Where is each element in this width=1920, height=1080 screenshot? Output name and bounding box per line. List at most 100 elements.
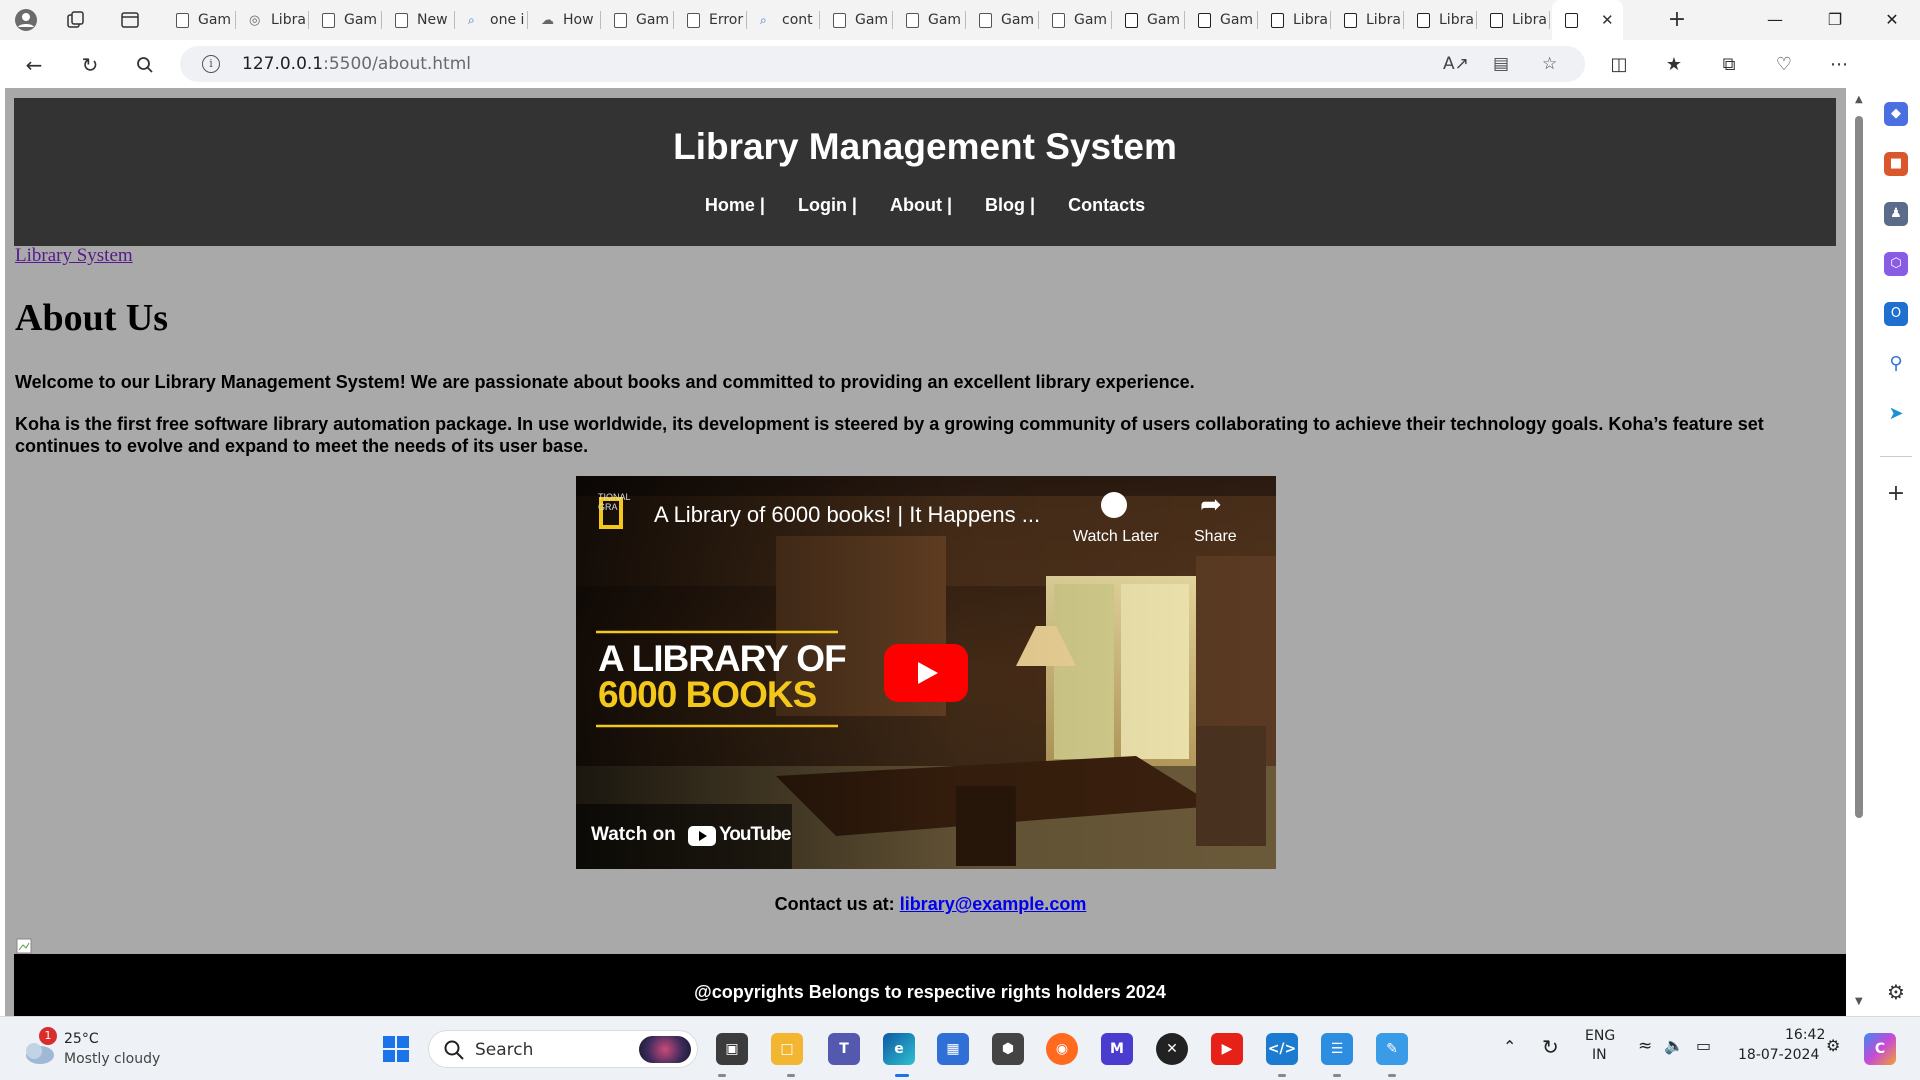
games-icon[interactable]: ♟: [1884, 202, 1908, 226]
close-tab-icon[interactable]: ✕: [1601, 11, 1614, 29]
weather-widget[interactable]: 1 25°C Mostly cloudy: [18, 1025, 168, 1073]
browser-tab[interactable]: Libra: [1477, 0, 1550, 40]
active-tab[interactable]: ✕: [1552, 0, 1623, 40]
browser-essentials-icon[interactable]: ♡: [1770, 51, 1798, 79]
watch-later-label[interactable]: Watch Later: [1073, 528, 1159, 546]
gear-icon[interactable]: ⚙: [1884, 980, 1908, 1004]
search-icon[interactable]: [131, 51, 159, 79]
browser-tab[interactable]: Gam: [601, 0, 674, 40]
immersive-reader-icon[interactable]: ▤: [1493, 54, 1509, 74]
clock-time[interactable]: 16:42: [1785, 1027, 1825, 1043]
restore-button[interactable]: ❐: [1805, 0, 1865, 40]
nav-link-contacts[interactable]: Contacts: [1068, 195, 1145, 216]
back-button[interactable]: ←: [20, 51, 48, 79]
language-line-1[interactable]: ENG: [1585, 1028, 1615, 1044]
scroll-up-arrow[interactable]: ▲: [1855, 94, 1863, 105]
favorites-icon[interactable]: ★: [1660, 51, 1688, 79]
nav-link-blog[interactable]: Blog |: [985, 195, 1035, 216]
embedded-video[interactable]: TIONAL GRA A Library of 6000 books! | It…: [576, 476, 1276, 869]
browser-tab[interactable]: Gam: [893, 0, 966, 40]
share-label[interactable]: Share: [1194, 528, 1237, 546]
settings-more-icon[interactable]: ⋯: [1825, 51, 1853, 79]
clock-date[interactable]: 18-07-2024: [1738, 1047, 1819, 1063]
teams-icon[interactable]: T: [828, 1033, 860, 1065]
microsoft-365-icon[interactable]: ⬡: [1884, 252, 1908, 276]
windows-start-icon[interactable]: [380, 1033, 412, 1065]
copilot-taskbar-icon[interactable]: C: [1864, 1033, 1896, 1065]
add-icon[interactable]: +: [1884, 482, 1908, 506]
share-icon[interactable]: ➦: [1200, 490, 1222, 520]
microsoft-store-icon[interactable]: ▦: [937, 1033, 969, 1065]
taskbar-search-box[interactable]: Search: [428, 1030, 698, 1068]
contact-email-link[interactable]: library@example.com: [900, 894, 1087, 914]
browser-tab[interactable]: Error: [674, 0, 747, 40]
youtube-logo-icon[interactable]: [688, 826, 716, 846]
browser-tab[interactable]: Gam: [1185, 0, 1258, 40]
scroll-thumb[interactable]: [1855, 116, 1863, 818]
browser-tab[interactable]: New: [382, 0, 455, 40]
file-explorer-icon[interactable]: □: [771, 1033, 803, 1065]
send-icon[interactable]: ➤: [1884, 402, 1908, 426]
language-line-2[interactable]: IN: [1592, 1047, 1607, 1063]
browser-tab[interactable]: Gam: [309, 0, 382, 40]
page-icon: [833, 12, 846, 28]
workspaces-icon[interactable]: [62, 6, 90, 34]
paint-icon[interactable]: ✎: [1376, 1033, 1408, 1065]
play-button[interactable]: [884, 644, 968, 702]
nav-link-login[interactable]: Login |: [798, 195, 857, 216]
sync-icon[interactable]: ↻: [1542, 1035, 1559, 1059]
xbox-icon[interactable]: ✕: [1156, 1033, 1188, 1065]
vertical-tabs-icon[interactable]: [116, 6, 144, 34]
browser-tab[interactable]: ◎ Libra: [236, 0, 309, 40]
browser-tab[interactable]: ⌕ one i: [455, 0, 528, 40]
browser-tab[interactable]: ☁ How: [528, 0, 601, 40]
browser-tab[interactable]: Gam: [966, 0, 1039, 40]
clock-icon[interactable]: [1101, 492, 1127, 518]
video-title[interactable]: A Library of 6000 books! | It Happens ..…: [654, 502, 1040, 528]
url-text[interactable]: 127.0.0.1:5500/about.html: [242, 54, 471, 74]
refresh-button[interactable]: ↻: [76, 51, 104, 79]
notification-bell-icon[interactable]: ⚙: [1826, 1036, 1840, 1055]
site-info-icon[interactable]: i: [202, 55, 220, 73]
scroll-down-arrow[interactable]: ▼: [1855, 996, 1863, 1007]
notepad-icon[interactable]: ☰: [1321, 1033, 1353, 1065]
search-icon[interactable]: ⚲: [1884, 352, 1908, 376]
edge-browser-icon[interactable]: e: [883, 1033, 915, 1065]
browser-tab[interactable]: Libra: [1258, 0, 1331, 40]
firefox-icon[interactable]: ◉: [1046, 1033, 1078, 1065]
nav-link-home[interactable]: Home |: [705, 195, 765, 216]
battery-icon[interactable]: ▭: [1696, 1036, 1711, 1055]
outlook-icon[interactable]: O: [1884, 302, 1908, 326]
nav-link-about[interactable]: About |: [890, 195, 952, 216]
youtube-label[interactable]: YouTube: [719, 824, 791, 846]
browser-tab[interactable]: Libra: [1331, 0, 1404, 40]
profile-icon[interactable]: [12, 6, 40, 34]
tag-icon[interactable]: ◆: [1884, 102, 1908, 126]
browser-tab[interactable]: Gam: [1039, 0, 1112, 40]
volume-muted-icon[interactable]: 🔈: [1664, 1036, 1684, 1055]
browser-tab[interactable]: Gam: [820, 0, 893, 40]
app-icon[interactable]: ⬢: [992, 1033, 1024, 1065]
library-system-link[interactable]: Library System: [15, 245, 133, 267]
vscode-icon[interactable]: </>: [1266, 1033, 1298, 1065]
browser-tab[interactable]: Gam: [163, 0, 236, 40]
task-view-icon[interactable]: ▣: [716, 1033, 748, 1065]
app-icon-blue[interactable]: M: [1101, 1033, 1133, 1065]
split-screen-icon[interactable]: ◫: [1605, 51, 1633, 79]
new-tab-button[interactable]: +: [1663, 6, 1691, 34]
minimize-button[interactable]: —: [1745, 0, 1805, 40]
address-bar[interactable]: i 127.0.0.1:5500/about.html A↗ ▤ ☆: [180, 46, 1585, 82]
watch-on-label[interactable]: Watch on: [591, 824, 676, 846]
read-aloud-icon[interactable]: A↗: [1443, 54, 1469, 74]
tools-icon[interactable]: ■: [1884, 152, 1908, 176]
close-window-button[interactable]: ✕: [1862, 0, 1920, 40]
browser-tab[interactable]: Libra: [1404, 0, 1477, 40]
youtube-app-icon[interactable]: ▶: [1211, 1033, 1243, 1065]
browser-tab[interactable]: ⌕ cont: [747, 0, 820, 40]
collections-icon[interactable]: ⧉: [1715, 51, 1743, 79]
wifi-icon[interactable]: ≈: [1638, 1036, 1652, 1056]
browser-tab[interactable]: Gam: [1112, 0, 1185, 40]
favorite-star-icon[interactable]: ☆: [1542, 54, 1557, 74]
page-scrollbar[interactable]: ▲ ▼: [1846, 88, 1872, 1016]
chevron-up-icon[interactable]: ⌃: [1503, 1037, 1516, 1056]
